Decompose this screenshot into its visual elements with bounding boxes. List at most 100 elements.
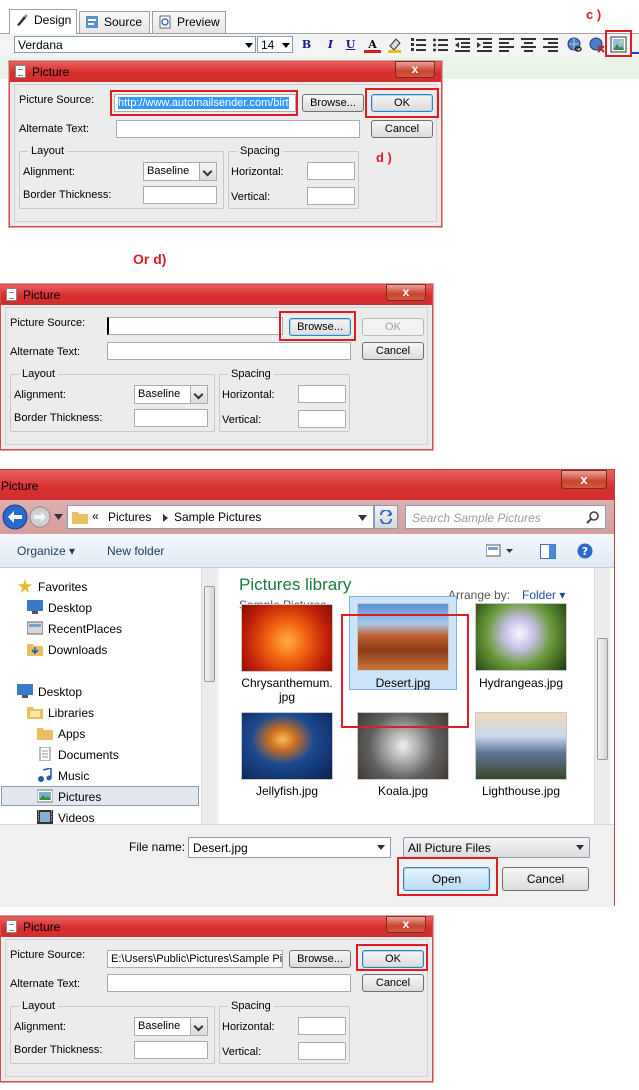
close-button[interactable]: x [386, 916, 426, 933]
thumbnail-desert[interactable] [357, 603, 449, 671]
cancel-button[interactable]: Cancel [371, 120, 433, 138]
picture-source-input[interactable]: http://www.automailsender.com/birt [114, 94, 296, 112]
alternate-text-input[interactable] [107, 974, 351, 992]
refresh-button[interactable] [374, 505, 398, 529]
bold-button[interactable]: B [298, 36, 315, 53]
font-name-select[interactable]: Verdana [14, 36, 256, 53]
breadcrumb-sample-pictures[interactable]: Sample Pictures [174, 510, 261, 524]
nav-videos[interactable]: Videos [58, 811, 94, 825]
browse-button[interactable]: Browse... [302, 94, 364, 112]
insert-link-icon[interactable] [566, 36, 583, 53]
ok-button[interactable]: OK [362, 950, 424, 968]
ok-button[interactable]: OK [371, 94, 433, 112]
file-name-jellyfish[interactable]: Jellyfish.jpg [231, 784, 343, 798]
bullet-list-icon[interactable] [432, 36, 449, 53]
italic-button[interactable]: I [322, 36, 339, 53]
thumbnail-jellyfish[interactable] [241, 712, 333, 780]
nav-recent-places[interactable]: RecentPlaces [48, 622, 122, 636]
tab-design[interactable]: Design [9, 9, 77, 34]
outdent-icon[interactable] [454, 36, 471, 53]
nav-desktop-root[interactable]: Desktop [38, 685, 82, 699]
font-size-select[interactable]: 14 [257, 36, 293, 53]
alignment-select[interactable]: Baseline [134, 385, 208, 404]
alternate-text-input[interactable] [116, 120, 360, 138]
organize-button[interactable]: Organize ▾ [17, 544, 75, 558]
view-options-icon[interactable] [486, 544, 514, 558]
file-list-scrollbar[interactable] [594, 568, 610, 824]
nav-downloads[interactable]: Downloads [48, 643, 107, 657]
nav-scrollbar[interactable] [201, 568, 217, 824]
close-button[interactable]: x [395, 61, 435, 78]
tab-source[interactable]: Source [79, 11, 150, 33]
picture-source-label: Picture Source: [10, 949, 86, 961]
horizontal-input[interactable] [307, 162, 355, 180]
alignment-select[interactable]: Baseline [143, 162, 217, 181]
vertical-input[interactable] [307, 187, 355, 205]
open-button[interactable]: Open [403, 867, 490, 891]
tab-preview[interactable]: Preview [152, 11, 226, 33]
cancel-button[interactable]: Cancel [362, 974, 424, 992]
nav-apps[interactable]: Apps [58, 727, 85, 741]
nav-documents[interactable]: Documents [58, 748, 119, 762]
browse-button[interactable]: Browse... [289, 950, 351, 968]
horizontal-input[interactable] [298, 1017, 346, 1035]
arrange-by-select[interactable]: Folder ▾ [522, 588, 565, 602]
nav-music[interactable]: Music [58, 769, 89, 783]
file-type-select[interactable]: All Picture Files [403, 837, 590, 858]
search-input[interactable]: Search Sample Pictures [405, 505, 606, 529]
history-dropdown-icon[interactable] [54, 514, 63, 520]
border-thickness-input[interactable] [134, 1041, 208, 1059]
nav-pictures[interactable]: Pictures [58, 790, 101, 804]
file-name-chrysanthemum[interactable]: Chrysanthemum. jpg [231, 676, 343, 704]
alignment-select[interactable]: Baseline [134, 1017, 208, 1036]
insert-picture-icon[interactable] [610, 36, 627, 53]
file-list-scrollbar-thumb[interactable] [597, 638, 608, 760]
forward-arrow-icon[interactable] [29, 506, 51, 528]
align-left-icon[interactable] [498, 36, 515, 53]
thumbnail-chrysanthemum[interactable] [241, 604, 333, 672]
close-button[interactable]: x [386, 284, 426, 301]
new-folder-button[interactable]: New folder [107, 544, 164, 558]
thumbnail-lighthouse[interactable] [475, 712, 567, 780]
vertical-input[interactable] [298, 1042, 346, 1060]
breadcrumb-pictures[interactable]: Pictures [108, 510, 151, 524]
help-icon[interactable]: ? [577, 543, 593, 559]
underline-button[interactable]: U [342, 36, 359, 53]
file-cancel-button[interactable]: Cancel [502, 867, 589, 891]
vertical-input[interactable] [298, 410, 346, 428]
picture-source-input[interactable]: E:\Users\Public\Pictures\Sample Pi [107, 950, 283, 968]
horizontal-input[interactable] [298, 385, 346, 403]
numbered-list-icon[interactable] [410, 36, 427, 53]
file-name-input[interactable]: Desert.jpg [188, 837, 391, 858]
address-bar[interactable]: « Pictures Sample Pictures [67, 505, 374, 529]
nav-desktop[interactable]: Desktop [48, 601, 92, 615]
ok-button[interactable]: OK [362, 318, 424, 336]
close-button[interactable]: x [561, 470, 607, 489]
cancel-button[interactable]: Cancel [362, 342, 424, 360]
file-name-lighthouse[interactable]: Lighthouse.jpg [465, 784, 577, 798]
remove-link-icon[interactable] [588, 36, 605, 53]
thumbnail-hydrangeas[interactable] [475, 603, 567, 671]
nav-libraries[interactable]: Libraries [48, 706, 94, 720]
border-thickness-input[interactable] [134, 409, 208, 427]
file-name-hydrangeas[interactable]: Hydrangeas.jpg [465, 676, 577, 690]
align-right-icon[interactable] [542, 36, 559, 53]
border-thickness-input[interactable] [143, 186, 217, 204]
highlight-icon[interactable] [386, 36, 403, 53]
font-color-button[interactable]: A [364, 36, 381, 53]
thumbnail-koala[interactable] [357, 712, 449, 780]
nav-scrollbar-thumb[interactable] [204, 586, 215, 682]
file-name-koala[interactable]: Koala.jpg [349, 784, 457, 798]
back-arrow-icon[interactable] [2, 504, 28, 530]
nav-favorites[interactable]: Favorites [38, 580, 87, 594]
alternate-text-input[interactable] [107, 342, 351, 360]
preview-icon [159, 15, 171, 29]
picture-source-input[interactable] [107, 317, 283, 335]
indent-icon[interactable] [476, 36, 493, 53]
chevron-down-icon[interactable] [358, 515, 367, 521]
file-name-desert[interactable]: Desert.jpg [349, 676, 457, 690]
browse-button[interactable]: Browse... [289, 318, 351, 336]
align-center-icon[interactable] [520, 36, 537, 53]
preview-pane-icon[interactable] [540, 544, 556, 559]
chevron-down-icon[interactable] [377, 845, 385, 850]
